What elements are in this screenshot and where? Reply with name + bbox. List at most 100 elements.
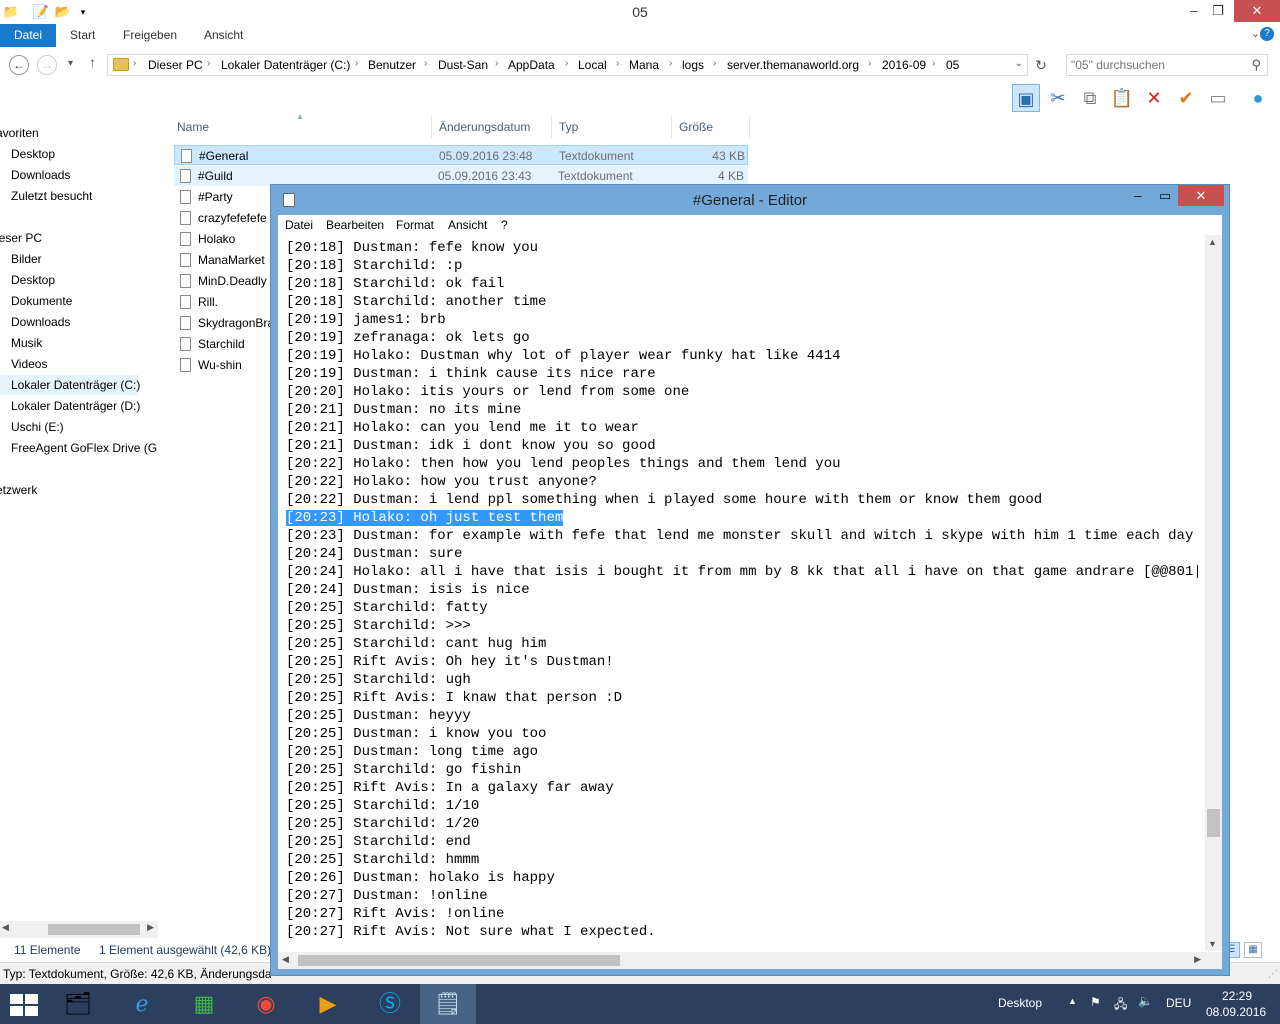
file-row[interactable]: crazyfefefefe	[174, 208, 274, 228]
skype-icon[interactable]: Ⓢ	[360, 984, 420, 1024]
text-line[interactable]: [20:27] Dustman: !online	[286, 887, 1198, 905]
text-line[interactable]: [20:25] Starchild: cant hug him	[286, 635, 1198, 653]
media-player-icon[interactable]: ▶	[298, 984, 358, 1024]
back-button[interactable]: ←	[9, 55, 29, 75]
scrollbar-thumb[interactable]	[298, 955, 620, 966]
file-row[interactable]: #Party	[174, 187, 274, 207]
search-icon[interactable]: ⚲	[1251, 57, 1261, 73]
nav-drive-e[interactable]: Uschi (E:)	[11, 417, 64, 437]
file-row[interactable]: ManaMarket	[174, 250, 274, 270]
text-line[interactable]: [20:24] Dustman: sure	[286, 545, 1198, 563]
text-line[interactable]: [20:25] Starchild: end	[286, 833, 1198, 851]
breadcrumb[interactable]: logs	[682, 58, 704, 72]
chevron-down-icon[interactable]: ⌄	[1015, 58, 1023, 69]
chevron-right-icon[interactable]: ›	[355, 58, 358, 69]
file-row[interactable]: SkydragonBra	[174, 313, 274, 333]
breadcrumb[interactable]: 2016-09	[882, 58, 926, 72]
close-button[interactable]: ✕	[1234, 0, 1280, 22]
text-line[interactable]: [20:21] Dustman: idk i dont know you so …	[286, 437, 1198, 455]
text-line[interactable]: [20:24] Holako: all i have that isis i b…	[286, 563, 1198, 581]
chevron-right-icon[interactable]: ›	[932, 58, 935, 69]
text-line[interactable]: [20:25] Dustman: heyyy	[286, 707, 1198, 725]
chevron-right-icon[interactable]: ›	[713, 58, 716, 69]
text-area[interactable]: [20:18] Dustman: fefe know you [20:18] St…	[278, 235, 1222, 969]
large-icons-view-icon[interactable]: ▦	[1244, 942, 1262, 958]
breadcrumb[interactable]: 05	[946, 58, 959, 72]
nav-drive-g[interactable]: FreeAgent GoFlex Drive (G:)	[11, 438, 158, 458]
address-bar[interactable]: › Dieser PC › Lokaler Datenträger (C:) ›…	[107, 54, 1028, 76]
nav-drive-c[interactable]: Lokaler Datenträger (C:)	[0, 375, 140, 395]
menu-datei[interactable]: Datei	[285, 218, 313, 232]
text-line[interactable]: [20:25] Rift Avis: Oh hey it's Dustman!	[286, 653, 1198, 671]
text-content[interactable]: [20:18] Dustman: fefe know you [20:18] St…	[286, 239, 1198, 941]
breadcrumb[interactable]: server.themanaworld.org	[727, 58, 859, 72]
breadcrumb[interactable]: Dieser PC	[148, 58, 203, 72]
chevron-right-icon[interactable]: ›	[616, 58, 619, 69]
text-line[interactable]: [20:27] Rift Avis: Not sure what I expec…	[286, 923, 1198, 941]
rename-icon[interactable]: ▭	[1204, 84, 1232, 112]
breadcrumb[interactable]: Local	[578, 58, 607, 72]
text-line[interactable]: [20:25] Starchild: hmmm	[286, 851, 1198, 869]
file-row[interactable]: Holako	[174, 229, 274, 249]
file-row[interactable]: Rill.	[174, 292, 274, 312]
preview-pane-icon[interactable]: ▣	[1012, 84, 1040, 112]
text-line[interactable]: [20:20] Holako: itis yours or lend from …	[286, 383, 1198, 401]
scrollbar-thumb[interactable]	[48, 924, 140, 935]
column-type[interactable]: Typ	[552, 116, 672, 138]
resize-grip-icon[interactable]: ⋰	[1268, 969, 1278, 980]
chevron-right-icon[interactable]: ›	[565, 58, 568, 69]
checkmark-icon[interactable]: ✔	[1172, 84, 1200, 112]
minimize-button[interactable]: –	[1124, 185, 1152, 206]
chevron-right-icon[interactable]: ›	[207, 58, 210, 69]
chrome-icon[interactable]: ◉	[236, 984, 296, 1024]
column-date[interactable]: Änderungsdatum	[432, 116, 552, 138]
nav-desktop-pc[interactable]: Desktop	[11, 270, 55, 290]
text-line[interactable]: [20:22] Holako: then how you lend people…	[286, 455, 1198, 473]
copy-icon[interactable]: ⧉	[1076, 84, 1104, 112]
text-line[interactable]: [20:22] Holako: how you trust anyone?	[286, 473, 1198, 491]
nav-music[interactable]: Musik	[11, 333, 42, 353]
file-row[interactable]: MinD.Deadly	[174, 271, 274, 291]
language-indicator[interactable]: DEU	[1166, 996, 1191, 1010]
maximize-button[interactable]: ▭	[1151, 185, 1179, 206]
text-line[interactable]: [20:18] Starchild: another time	[286, 293, 1198, 311]
text-line[interactable]: [20:19] zefranaga: ok lets go	[286, 329, 1198, 347]
nav-desktop[interactable]: Desktop	[11, 144, 55, 164]
scrollbar-thumb[interactable]	[1207, 809, 1220, 837]
text-line[interactable]: [20:25] Rift Avis: I knaw that person :D	[286, 689, 1198, 707]
scroll-up-icon[interactable]: ▲	[1208, 237, 1217, 247]
scroll-left-icon[interactable]: ◀	[2, 922, 9, 933]
tab-freigeben[interactable]: Freigeben	[109, 24, 191, 47]
text-line[interactable]: [20:18] Starchild: ok fail	[286, 275, 1198, 293]
desktop-toolbar-label[interactable]: Desktop	[998, 996, 1042, 1010]
nav-downloads[interactable]: Downloads	[11, 165, 70, 185]
text-line[interactable]: [20:26] Dustman: holako is happy	[286, 869, 1198, 887]
flag-icon[interactable]: ⚑	[1090, 995, 1101, 1009]
tab-ansicht[interactable]: Ansicht	[190, 24, 257, 47]
text-line[interactable]: [20:25] Starchild: 1/20	[286, 815, 1198, 833]
column-name[interactable]: Name	[170, 116, 432, 138]
breadcrumb[interactable]: Benutzer	[368, 58, 416, 72]
forward-button[interactable]: →	[37, 55, 57, 75]
text-line[interactable]: [20:25] Dustman: i know you too	[286, 725, 1198, 743]
column-size[interactable]: Größe	[672, 116, 750, 138]
chevron-right-icon[interactable]: ›	[669, 58, 672, 69]
nav-horizontal-scrollbar[interactable]: ◀ ▶	[0, 921, 158, 938]
shell-icon[interactable]: ●	[1244, 84, 1272, 112]
text-line[interactable]: [20:21] Holako: can you lend me it to we…	[286, 419, 1198, 437]
text-line[interactable]: [20:18] Dustman: fefe know you	[286, 239, 1198, 257]
tab-datei[interactable]: Datei	[0, 24, 57, 47]
text-line[interactable]: [20:25] Starchild: ugh	[286, 671, 1198, 689]
scroll-right-icon[interactable]: ▶	[147, 922, 154, 933]
breadcrumb[interactable]: Dust-San	[438, 58, 488, 72]
text-line[interactable]: [20:25] Rift Avis: In a galaxy far away	[286, 779, 1198, 797]
search-input[interactable]	[1071, 57, 1241, 73]
text-line[interactable]: [20:23] Holako: oh just test them	[286, 509, 1198, 527]
text-line[interactable]: [20:24] Dustman: isis is nice	[286, 581, 1198, 599]
nav-videos[interactable]: Videos	[11, 354, 47, 374]
text-line[interactable]: [20:25] Dustman: long time ago	[286, 743, 1198, 761]
horizontal-scrollbar[interactable]: ◀ ▶	[278, 952, 1205, 969]
text-line[interactable]: [20:25] Starchild: go fishin	[286, 761, 1198, 779]
file-row[interactable]: Wu-shin	[174, 355, 274, 375]
breadcrumb[interactable]: Lokaler Datenträger (C:)	[221, 58, 350, 72]
